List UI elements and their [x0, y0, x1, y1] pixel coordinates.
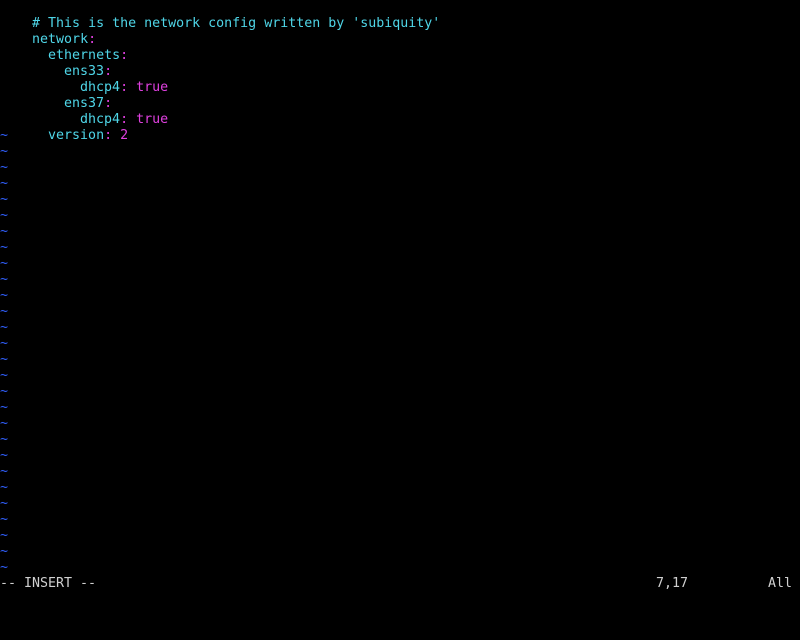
yaml-colon: :: [120, 112, 129, 127]
yaml-key: ens33: [64, 64, 105, 79]
empty-line-tilde: ~: [0, 544, 9, 559]
empty-line-tilde: ~: [0, 352, 9, 367]
yaml-value: 2: [112, 128, 129, 143]
empty-line-tilde: ~: [0, 160, 9, 175]
yaml-key: ens37: [64, 96, 105, 111]
yaml-key: dhcp4: [80, 112, 121, 127]
vim-status-line: -- INSERT -- 7,17 All: [0, 576, 800, 592]
yaml-colon: :: [104, 96, 113, 111]
yaml-line-ens33-dhcp4[interactable]: dhcp4: true: [0, 64, 800, 95]
empty-line-tilde: ~: [0, 176, 9, 191]
comment-line[interactable]: # This is the network config written by …: [0, 0, 800, 31]
empty-line-tilde: ~: [0, 192, 9, 207]
yaml-colon: :: [104, 64, 113, 79]
empty-line-tilde: ~: [0, 464, 9, 479]
empty-line-tilde: ~: [0, 208, 9, 223]
empty-line-tilde: ~: [0, 288, 9, 303]
empty-lines: ~ ~ ~ ~ ~ ~ ~ ~ ~ ~ ~ ~ ~ ~ ~ ~ ~ ~ ~ ~ ~ ~ ~ ~ ~ ~ ~ ~: [0, 128, 800, 576]
empty-line-tilde: ~: [0, 496, 9, 511]
scroll-indicator: All: [768, 576, 793, 591]
yaml-key: network: [32, 32, 89, 47]
empty-line-tilde: ~: [0, 480, 9, 495]
vim-editor-buffer[interactable]: # This is the network config written by …: [0, 0, 800, 576]
empty-line-tilde: ~: [0, 528, 9, 543]
yaml-value: true: [128, 80, 169, 95]
yaml-line-ethernets[interactable]: ethernets:: [0, 32, 800, 63]
yaml-value: true: [128, 112, 169, 127]
empty-line-tilde: ~: [0, 400, 9, 415]
yaml-line-ens37-dhcp4[interactable]: dhcp4: true: [0, 96, 800, 127]
empty-line-tilde: ~: [0, 336, 9, 351]
empty-line-tilde: ~: [0, 256, 9, 271]
empty-line-tilde: ~: [0, 384, 9, 399]
empty-line-tilde: ~: [0, 224, 9, 239]
yaml-colon: :: [120, 80, 129, 95]
yaml-colon: :: [120, 48, 129, 63]
empty-line-tilde: ~: [0, 240, 9, 255]
yaml-colon: :: [104, 128, 113, 143]
mode-indicator: -- INSERT --: [0, 576, 97, 591]
yaml-key: ethernets: [48, 48, 121, 63]
empty-line-tilde: ~: [0, 368, 9, 383]
empty-line-tilde: ~: [0, 512, 9, 527]
yaml-colon: :: [88, 32, 97, 47]
empty-line-tilde: ~: [0, 560, 9, 575]
comment-text: # This is the network config written by …: [32, 16, 441, 31]
empty-line-tilde: ~: [0, 416, 9, 431]
empty-line-tilde: ~: [0, 272, 9, 287]
empty-line-tilde: ~: [0, 448, 9, 463]
yaml-key: dhcp4: [80, 80, 121, 95]
empty-line-tilde: ~: [0, 144, 9, 159]
empty-line-tilde: ~: [0, 304, 9, 319]
empty-line-tilde: ~: [0, 320, 9, 335]
empty-line-tilde: ~: [0, 432, 9, 447]
cursor-position: 7,17: [656, 576, 689, 591]
yaml-key: version: [48, 128, 105, 143]
